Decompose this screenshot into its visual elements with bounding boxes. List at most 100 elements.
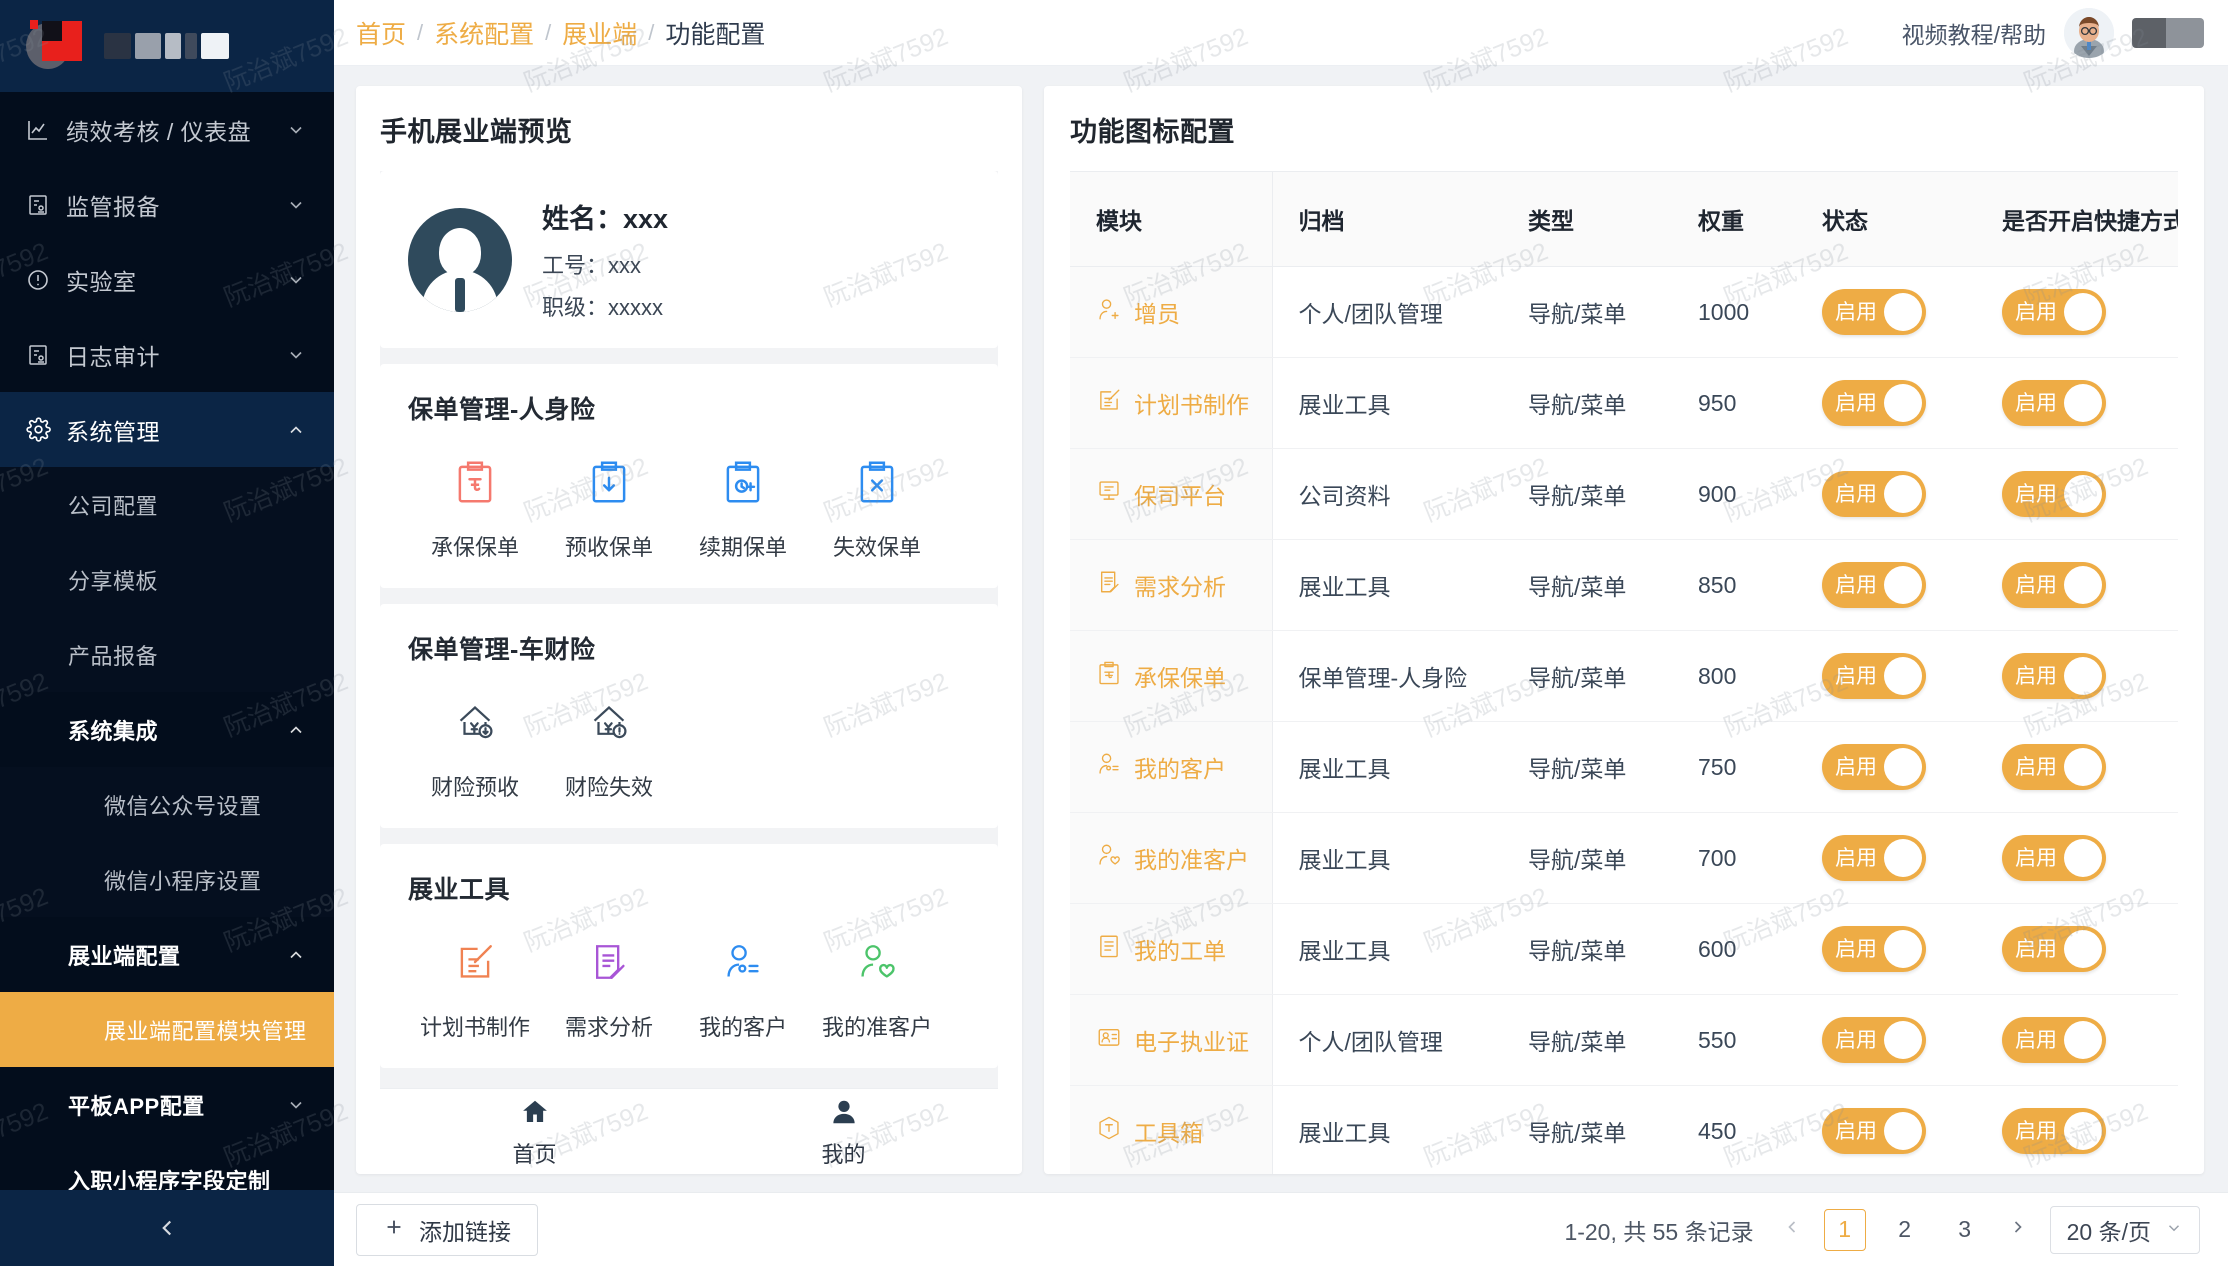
cell-weight: 850: [1672, 539, 1796, 631]
toggle-label: 启用: [1835, 300, 1877, 324]
preview-icon-my-prospects[interactable]: 我的准客户: [810, 936, 944, 1042]
table-row[interactable]: 保司平台 公司资料 导航/菜单 900 启用 启用: [1070, 448, 2178, 540]
cell-type: 导航/菜单: [1502, 539, 1672, 631]
table-row[interactable]: 工具箱 展业工具 导航/菜单 450 启用 启用: [1070, 1085, 2178, 1174]
cell-weight: 600: [1672, 903, 1796, 995]
cell-module: 电子执业证: [1070, 994, 1273, 1086]
preview-icon-needs-analysis[interactable]: 需求分析: [542, 936, 676, 1042]
function-icon-config-panel: 功能图标配置 模块 归档 类型 权重 状态 是否开启快捷方式 增员 个人/团队管…: [1044, 86, 2204, 1174]
table-row[interactable]: 我的客户 展业工具 导航/菜单 750 启用 启用: [1070, 721, 2178, 813]
sidebar-item-system-integration[interactable]: 系统集成: [0, 692, 334, 767]
sidebar-item-label: 展业端配置: [68, 943, 181, 969]
toggle-on[interactable]: 启用: [2002, 562, 2106, 608]
table-row[interactable]: 承保保单 保单管理-人身险 导航/菜单 800 启用 启用: [1070, 630, 2178, 722]
preview-icon-prepaid-policy[interactable]: 预收保单: [542, 456, 676, 562]
cell-shortcut: 启用: [1976, 721, 2178, 813]
toggle-on[interactable]: 启用: [2002, 380, 2106, 426]
policy-underwrite-icon: [1096, 660, 1122, 692]
sidebar-item-performance[interactable]: 绩效考核 / 仪表盘: [0, 92, 334, 167]
pagination-next-button[interactable]: [2004, 1216, 2032, 1244]
toggle-on[interactable]: 启用: [2002, 289, 2106, 335]
toggle-on[interactable]: 启用: [1822, 926, 1926, 972]
section-title: 保单管理-车财险: [408, 636, 596, 664]
table-row[interactable]: 我的工单 展业工具 导航/菜单 600 启用 启用: [1070, 903, 2178, 995]
tabbar-item-home[interactable]: 首页: [380, 1095, 689, 1169]
pagination-page-1[interactable]: 1: [1823, 1208, 1866, 1251]
sidebar-collapse-button[interactable]: [0, 1190, 334, 1266]
tabbar-item-mine[interactable]: 我的: [689, 1095, 998, 1169]
toggle-on[interactable]: 启用: [1822, 289, 1926, 335]
sidebar-item-onboarding-fields[interactable]: 入职小程序字段定制: [0, 1142, 334, 1190]
sidebar-item-agent-app-config[interactable]: 展业端配置: [0, 917, 334, 992]
preview-icon-underwritten-policy[interactable]: 承保保单: [408, 456, 542, 562]
profile-rank-label: 职级：: [542, 295, 609, 320]
toggle-knob: [2064, 748, 2102, 786]
toggle-knob: [2064, 475, 2102, 513]
preview-icon-lapsed-policy[interactable]: 失效保单: [810, 456, 944, 562]
profile-name: 姓名：xxx: [542, 197, 668, 236]
toggle-label: 启用: [1835, 846, 1877, 870]
sidebar-item-wechat-miniprogram[interactable]: 微信小程序设置: [0, 842, 334, 917]
toggle-on[interactable]: 启用: [2002, 1108, 2106, 1154]
tabbar-item-label: 我的: [821, 1141, 866, 1167]
preview-icon-renewal-policy[interactable]: 续期保单: [676, 456, 810, 562]
module-name: 工具箱: [1134, 1120, 1203, 1146]
sidebar-item-share-template[interactable]: 分享模板: [0, 542, 334, 617]
table-row[interactable]: 电子执业证 个人/团队管理 导航/菜单 550 启用 启用: [1070, 994, 2178, 1086]
toggle-on[interactable]: 启用: [1822, 380, 1926, 426]
pagination-prev-button[interactable]: [1778, 1216, 1806, 1244]
add-link-button[interactable]: 添加链接: [356, 1203, 538, 1256]
toggle-on[interactable]: 启用: [2002, 835, 2106, 881]
report-icon: [26, 343, 60, 367]
table-row[interactable]: 我的准客户 展业工具 导航/菜单 700 启用 启用: [1070, 812, 2178, 904]
icon-grid: 计划书制作 需求分析 我的客户 我的准客户: [408, 936, 970, 1042]
cell-weight: 750: [1672, 721, 1796, 813]
sidebar-item-product-filing[interactable]: 产品报备: [0, 617, 334, 692]
toggle-on[interactable]: 启用: [1822, 653, 1926, 699]
page-size-select[interactable]: 20 条/页: [2049, 1205, 2200, 1254]
toggle-on[interactable]: 启用: [1822, 1017, 1926, 1063]
table-scroll-area: 模块 归档 类型 权重 状态 是否开启快捷方式 操作 增员个人/团队管理导航/菜…: [1070, 171, 2178, 1174]
toggle-on[interactable]: 启用: [1822, 744, 1926, 790]
preview-icon-proposal-maker[interactable]: 计划书制作: [408, 936, 542, 1042]
sidebar-item-label: 分享模板: [68, 568, 159, 594]
sidebar-item-agent-module-management[interactable]: 展业端配置模块管理: [0, 992, 334, 1067]
breadcrumb-item-system-config[interactable]: 系统配置: [434, 15, 534, 51]
module-name: 承保保单: [1134, 665, 1226, 691]
breadcrumb-item-agent-app[interactable]: 展业端: [562, 15, 637, 51]
cell-type: 导航/菜单: [1502, 994, 1672, 1086]
cell-weight: 450: [1672, 1085, 1796, 1174]
home-icon: [380, 1095, 689, 1129]
sidebar-item-wechat-official[interactable]: 微信公众号设置: [0, 767, 334, 842]
preview-icon-property-prepay[interactable]: 财险预收: [408, 696, 542, 802]
sidebar-item-tablet-app-config[interactable]: 平板APP配置: [0, 1067, 334, 1142]
table-row[interactable]: 增员 个人/团队管理 导航/菜单 1000 启用 启用: [1070, 266, 2178, 358]
preview-icon-my-customers[interactable]: 我的客户: [676, 936, 810, 1042]
table-row[interactable]: 计划书制作 展业工具 导航/菜单 950 启用 启用: [1070, 357, 2178, 449]
toggle-on[interactable]: 启用: [1822, 1108, 1926, 1154]
toggle-on[interactable]: 启用: [2002, 926, 2106, 972]
pagination-page-2[interactable]: 2: [1884, 1209, 1926, 1251]
help-link[interactable]: 视频教程/帮助: [1902, 16, 2046, 50]
toggle-on[interactable]: 启用: [2002, 653, 2106, 699]
preview-icon-property-lapse[interactable]: 财险失效: [542, 696, 676, 802]
cell-weight: 700: [1672, 812, 1796, 904]
toggle-on[interactable]: 启用: [2002, 471, 2106, 517]
table-row[interactable]: 需求分析 展业工具 导航/菜单 850 启用 启用: [1070, 539, 2178, 631]
toggle-on[interactable]: 启用: [2002, 1017, 2106, 1063]
sidebar-item-audit-log[interactable]: 日志审计: [0, 317, 334, 392]
sidebar-item-regulatory[interactable]: 监管报备: [0, 167, 334, 242]
avatar[interactable]: [2064, 7, 2114, 58]
pagination-page-3[interactable]: 3: [1944, 1209, 1986, 1251]
breadcrumb-item-home[interactable]: 首页: [356, 15, 406, 51]
toggle-knob: [1884, 1021, 1922, 1059]
toggle-on[interactable]: 启用: [1822, 835, 1926, 881]
toggle-on[interactable]: 启用: [1822, 562, 1926, 608]
toggle-on[interactable]: 启用: [1822, 471, 1926, 517]
toggle-knob: [2064, 657, 2102, 695]
toggle-on[interactable]: 启用: [2002, 744, 2106, 790]
sidebar-item-lab[interactable]: 实验室: [0, 242, 334, 317]
policy-prepay-icon: [542, 456, 676, 508]
sidebar-item-system-management[interactable]: 系统管理: [0, 392, 334, 467]
sidebar-item-company-config[interactable]: 公司配置: [0, 467, 334, 542]
